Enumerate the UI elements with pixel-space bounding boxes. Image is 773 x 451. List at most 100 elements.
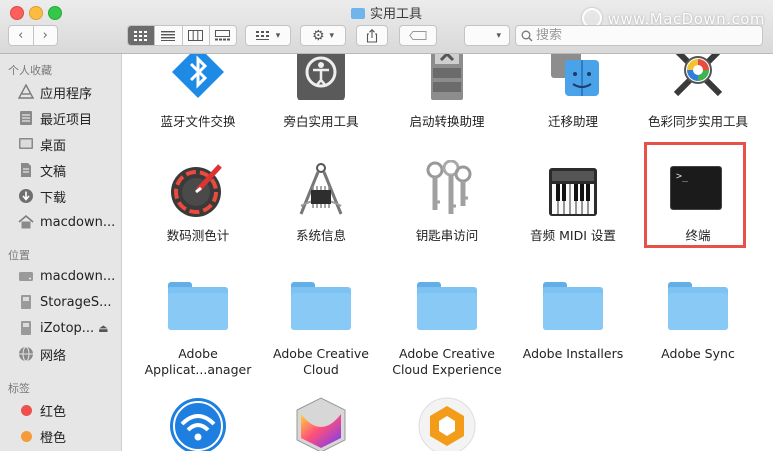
back-button[interactable]: ‹: [9, 26, 33, 45]
orange-tag-icon: [20, 430, 32, 442]
wifi-icon: [170, 398, 226, 451]
color-meter-icon: [171, 164, 222, 217]
folder-icon: [543, 282, 603, 330]
bluetooth-icon: [172, 54, 224, 98]
share-button[interactable]: [356, 25, 388, 46]
column-view-icon: [188, 30, 204, 41]
file-item-label: Adobe Sync: [661, 346, 735, 361]
path-dropdown[interactable]: ▾: [464, 25, 510, 46]
icon-view-icon: [134, 30, 148, 41]
file-item-label: Adobe: [178, 346, 218, 361]
folder-icon: [168, 282, 228, 330]
toolbar: 实用工具 www.MacDown.com ‹ › ▾ ⚙ ▾ ▾ 搜索: [0, 0, 773, 54]
sidebar-item-izotope[interactable]: iZotop... ⏏: [0, 316, 122, 340]
sidebar-item-documents[interactable]: 文稿: [0, 158, 122, 182]
recents-icon: [18, 110, 34, 126]
search-icon: [521, 30, 533, 41]
folder-icon: [291, 282, 351, 330]
eject-icon[interactable]: ⏏: [98, 322, 108, 335]
folder-icon: [350, 8, 365, 19]
sidebar-item-label: macdown...: [40, 214, 116, 230]
share-icon: [366, 28, 378, 43]
file-item-label: 音频 MIDI 设置: [530, 228, 616, 243]
sidebar-item-label: 网络: [40, 348, 67, 364]
bootcamp-icon: [431, 54, 463, 100]
sidebar-item-label: iZotop...: [40, 320, 95, 336]
column-view-button[interactable]: [181, 26, 209, 45]
sidebar-item-label: 红色: [40, 404, 67, 420]
icon-view-button[interactable]: [128, 26, 155, 45]
finder-window: 实用工具 www.MacDown.com ‹ › ▾ ⚙ ▾ ▾ 搜索 个人收藏…: [0, 0, 773, 451]
group-button[interactable]: ▾: [245, 25, 291, 46]
sidebar-item-label: 应用程序: [40, 86, 93, 102]
grapher-icon: [296, 397, 346, 451]
action-button[interactable]: ⚙ ▾: [300, 25, 346, 46]
folder-icon: [417, 282, 477, 330]
voiceover-icon: [297, 54, 345, 100]
tag-icon: [409, 31, 427, 40]
file-item-label: Adobe Installers: [522, 346, 624, 361]
sidebar-item-macdown-disk[interactable]: macdown...: [0, 264, 122, 288]
search-input[interactable]: [536, 28, 736, 43]
file-item-label: 数码测色计: [166, 228, 230, 243]
tag-button[interactable]: [399, 25, 437, 46]
file-item-label: 旁白实用工具: [283, 114, 359, 129]
sidebar: 个人收藏 应用程序 最近项目 桌面 文稿 下载 macdown... 位置 ma…: [0, 54, 122, 451]
favorites-header: 个人收藏: [8, 64, 52, 77]
chevron-down-icon: ▾: [329, 30, 335, 41]
file-item-label: 系统信息: [295, 228, 346, 243]
sidebar-item-label: 文稿: [40, 164, 67, 180]
list-view-icon: [161, 30, 176, 41]
sidebar-item-tag-orange[interactable]: 橙色: [0, 424, 122, 448]
sidebar-item-label: 下载: [40, 190, 67, 206]
colorsync-icon: [673, 54, 723, 97]
red-tag-icon: [20, 404, 32, 416]
chevron-down-icon: ▾: [496, 30, 501, 41]
sidebar-item-label: 最近项目: [40, 112, 93, 128]
sidebar-item-label: 橙色: [40, 430, 67, 446]
gallery-view-icon: [215, 30, 231, 41]
downloads-icon: [18, 188, 34, 204]
desktop-icon: [18, 136, 34, 152]
back-icon: ‹: [18, 28, 24, 43]
forward-icon: ›: [42, 28, 48, 43]
window-title-text: 实用工具: [369, 7, 422, 22]
sidebar-item-network[interactable]: 网络: [0, 342, 122, 366]
sidebar-item-tag-red[interactable]: 红色: [0, 398, 122, 422]
sidebar-item-desktop[interactable]: 桌面: [0, 132, 122, 156]
sidebar-item-label: 桌面: [40, 138, 67, 154]
home-icon: [18, 214, 34, 230]
sidebar-item-downloads[interactable]: 下载: [0, 184, 122, 208]
system-info-icon: [299, 163, 343, 215]
disk-icon: [18, 320, 34, 336]
view-switcher: [127, 25, 237, 46]
sidebar-item-home[interactable]: macdown...: [0, 210, 122, 234]
terminal-highlight-frame: [644, 142, 746, 248]
documents-icon: [18, 162, 34, 178]
sidebar-item-storage[interactable]: StorageS...: [0, 290, 122, 314]
sidebar-item-label: macdown...: [40, 268, 116, 284]
hexagon-app-icon: [418, 397, 476, 451]
file-item-label-line2: Cloud: [303, 362, 339, 377]
tags-header: 标签: [8, 382, 30, 395]
file-item-label-line2: Cloud Experience: [392, 362, 502, 377]
gallery-view-button[interactable]: [208, 26, 236, 45]
disk-icon: [18, 294, 34, 310]
locations-header: 位置: [8, 249, 30, 262]
search-field[interactable]: [515, 25, 763, 46]
navigation-buttons: ‹ ›: [8, 25, 58, 46]
file-item-label: Adobe Creative: [273, 346, 369, 361]
sidebar-item-recents[interactable]: 最近项目: [0, 106, 122, 130]
list-view-button[interactable]: [154, 26, 181, 45]
applications-icon: [18, 84, 34, 100]
gear-icon: ⚙: [311, 27, 325, 44]
file-item-label: 色彩同步实用工具: [647, 114, 748, 129]
chevron-down-icon: ▾: [275, 30, 281, 41]
audio-midi-icon: [549, 168, 597, 216]
keychain-icon: [426, 160, 472, 214]
sidebar-item-applications[interactable]: 应用程序: [0, 80, 122, 104]
forward-button[interactable]: ›: [32, 26, 58, 45]
file-item-label: 钥匙串访问: [415, 228, 479, 243]
file-item-label: Adobe Creative: [399, 346, 495, 361]
folder-icon: [668, 282, 728, 330]
